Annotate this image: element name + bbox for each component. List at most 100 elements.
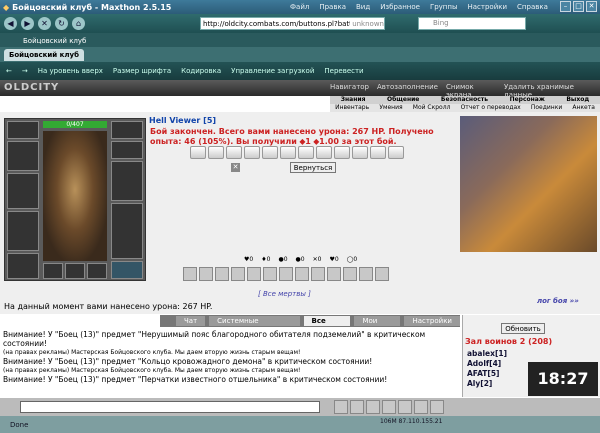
nav-skills[interactable]: Умения <box>379 104 402 112</box>
fire-icon[interactable] <box>183 267 197 281</box>
amulet-slot[interactable] <box>7 141 39 171</box>
encoding-button[interactable]: Кодировка <box>181 67 221 75</box>
arrow-right-icon[interactable]: → <box>22 67 28 75</box>
scroll-slot[interactable] <box>244 146 260 159</box>
roster-player[interactable]: abalex[1] <box>467 349 507 358</box>
menu-favorites[interactable]: Избранное <box>380 3 420 11</box>
nav-character[interactable]: Персонаж <box>510 96 545 104</box>
download-manager-button[interactable]: Управление загрузкой <box>231 67 314 75</box>
shield-icon[interactable] <box>263 267 277 281</box>
earring-slot[interactable] <box>111 121 143 139</box>
tab-my-logs[interactable]: Мои логи <box>354 316 401 335</box>
roster-player[interactable]: Adolf[4] <box>467 359 501 368</box>
action-icon[interactable] <box>279 267 293 281</box>
back-button[interactable]: Вернуться <box>290 162 336 173</box>
home-icon[interactable]: ⌂ <box>72 17 85 30</box>
scroll-slot[interactable] <box>262 146 278 159</box>
tab-system[interactable]: Системные сообщения <box>209 316 300 335</box>
back-icon[interactable]: ◀ <box>4 17 17 30</box>
forward-icon[interactable]: ▶ <box>21 17 34 30</box>
scroll-slot[interactable] <box>226 146 242 159</box>
player-name[interactable]: Hell Viewer [5] <box>149 116 216 125</box>
up-level-button[interactable]: На уровень вверх <box>38 67 103 75</box>
nav-security[interactable]: Безопасность <box>441 96 488 104</box>
sound-icon[interactable] <box>398 400 412 414</box>
url-text[interactable]: http://oldcity.combats.com/buttons.pl?ba… <box>203 20 350 28</box>
nav-profile[interactable]: Анкета <box>572 104 595 112</box>
cross-icon[interactable] <box>295 267 309 281</box>
minimize-button[interactable]: – <box>560 1 571 12</box>
pants-slot[interactable] <box>111 203 143 259</box>
scroll-slot[interactable] <box>316 146 332 159</box>
scroll-slot[interactable] <box>280 146 296 159</box>
send-icon[interactable] <box>334 400 348 414</box>
ring-slot-1[interactable] <box>43 263 63 279</box>
nav-exit[interactable]: Выход <box>566 96 589 104</box>
chat-message-input[interactable] <box>20 401 320 413</box>
battle-log-link[interactable]: лог боя »» <box>537 297 579 305</box>
gloves-slot[interactable] <box>111 161 143 201</box>
clear-icon[interactable] <box>366 400 380 414</box>
action-icon[interactable] <box>327 267 341 281</box>
action-icon[interactable] <box>359 267 373 281</box>
close-icon[interactable]: ✕ <box>231 163 240 172</box>
scroll-slot[interactable] <box>334 146 350 159</box>
menu-edit[interactable]: Правка <box>319 3 346 11</box>
sword-icon[interactable] <box>247 267 261 281</box>
armor-slot[interactable] <box>7 211 39 251</box>
nav-transfers[interactable]: Отчет о переводах <box>461 104 521 112</box>
scroll-slot[interactable] <box>352 146 368 159</box>
tab-all-logs[interactable]: Все логи <box>303 316 351 335</box>
close-button[interactable]: ✕ <box>586 1 597 12</box>
stop-icon[interactable]: ✕ <box>38 17 51 30</box>
nav-knowledge[interactable]: Знания <box>341 96 366 104</box>
ring-slot-2[interactable] <box>65 263 85 279</box>
chat-line: (на правах рекламы) Мастерская Бойцовско… <box>3 349 301 356</box>
roster-player[interactable]: Aly[2] <box>467 379 492 388</box>
tab-fight-club-1[interactable]: Бойцовский клуб <box>18 35 91 47</box>
smiley-icon[interactable] <box>350 400 364 414</box>
action-icon[interactable] <box>215 267 229 281</box>
action-icon[interactable] <box>311 267 325 281</box>
ring-slot-3[interactable] <box>87 263 107 279</box>
menu-view[interactable]: Вид <box>356 3 370 11</box>
boots-slot[interactable] <box>111 261 143 279</box>
menu-settings[interactable]: Настройки <box>468 3 508 11</box>
scroll-slot[interactable] <box>388 146 404 159</box>
scroll-slot[interactable] <box>190 146 206 159</box>
belt-slot[interactable] <box>7 253 39 279</box>
action-icon[interactable] <box>343 267 357 281</box>
heart-icon[interactable] <box>231 267 245 281</box>
refresh-icon[interactable]: ↻ <box>55 17 68 30</box>
menu-file[interactable]: Файл <box>290 3 309 11</box>
menu-groups[interactable]: Группы <box>430 3 458 11</box>
font-size-button[interactable]: Размер шрифта <box>113 67 171 75</box>
arrow-left-icon[interactable]: ← <box>6 67 12 75</box>
nav-duels[interactable]: Поединки <box>531 104 562 112</box>
action-icon[interactable] <box>199 267 213 281</box>
refresh-button[interactable]: Обновить <box>501 323 545 334</box>
all-dead-link[interactable]: [ Все мертвы ] <box>258 290 311 298</box>
search-input[interactable]: Bing <box>418 17 526 30</box>
necklace-slot[interactable] <box>111 141 143 159</box>
nav-inventory[interactable]: Инвентарь <box>335 104 369 112</box>
address-bar[interactable]: http://oldcity.combats.com/buttons.pl?ba… <box>200 17 385 30</box>
nav-my-scroll[interactable]: Мой Скролл <box>413 104 451 112</box>
filter-icon[interactable] <box>414 400 428 414</box>
tab-fight-club-2[interactable]: Бойцовский клуб <box>4 48 84 61</box>
nav-chat[interactable]: Общение <box>387 96 419 104</box>
weapon-slot[interactable] <box>7 173 39 209</box>
scroll-slot[interactable] <box>298 146 314 159</box>
tab-chat[interactable]: Чат <box>176 316 206 326</box>
translit-icon[interactable] <box>382 400 396 414</box>
helmet-slot[interactable] <box>7 121 39 139</box>
tab-chat-settings[interactable]: Настройки <box>404 316 460 326</box>
translate-button[interactable]: Перевести <box>324 67 363 75</box>
menu-help[interactable]: Справка <box>517 3 548 11</box>
gear-icon[interactable] <box>430 400 444 414</box>
roster-player[interactable]: AFAT[5] <box>467 369 499 378</box>
scroll-slot[interactable] <box>208 146 224 159</box>
scroll-slot[interactable] <box>370 146 386 159</box>
action-icon[interactable] <box>375 267 389 281</box>
maximize-button[interactable]: □ <box>573 1 584 12</box>
